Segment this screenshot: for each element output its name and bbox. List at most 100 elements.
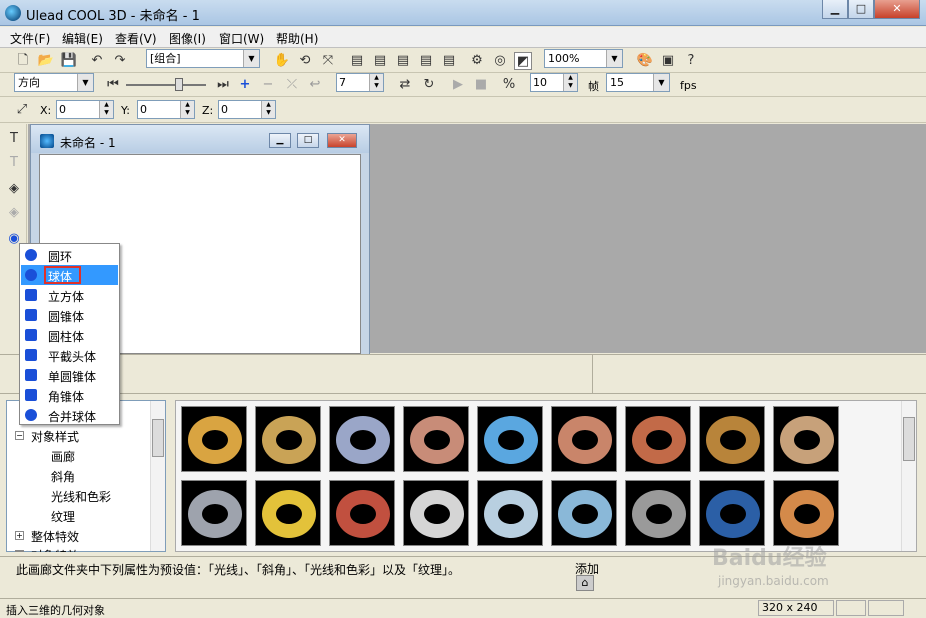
gallery-preset-thumbnail[interactable] [773,406,839,472]
gallery-preset-thumbnail[interactable] [625,480,691,546]
x-input[interactable]: 0 ▲ ▼ [56,100,114,119]
insert-text-icon[interactable]: T [5,130,23,148]
expander-icon[interactable]: + [15,531,24,540]
gallery-preset-thumbnail[interactable] [255,406,321,472]
gallery-preset-thumbnail[interactable] [477,480,543,546]
doc-maximize-button[interactable]: □ [297,133,319,148]
doc-minimize-button[interactable]: ▁ [269,133,291,148]
spinner-icon[interactable]: ▲ ▼ [563,74,577,91]
shape-menu-item[interactable]: 圆锥体 [21,305,118,325]
spinner-icon[interactable]: ▲ ▼ [261,101,275,118]
edit-graphic-icon[interactable]: ◈ [5,204,23,222]
expander-icon[interactable]: − [15,550,24,552]
shape-menu-item[interactable]: 平截头体 [21,345,118,365]
globe-icon[interactable]: ◎ [491,52,509,70]
edit-text-icon[interactable]: T [5,154,23,172]
reverse-icon[interactable]: ↩ [306,76,324,94]
add-to-gallery-icon[interactable]: ⌂ [576,575,594,591]
expander-icon[interactable]: − [15,431,24,440]
shape-menu-item[interactable]: 球体 [21,265,118,285]
gallery-preset-thumbnail[interactable] [403,480,469,546]
redo-icon[interactable]: ↷ [111,52,129,70]
y-input[interactable]: 0 ▲ ▼ [137,100,195,119]
gallery-preset-thumbnail[interactable] [551,480,617,546]
z-input[interactable]: 0 ▲ ▼ [218,100,276,119]
shape-menu-item[interactable]: 立方体 [21,285,118,305]
tree-item-global-effects[interactable]: 整体特效 [31,528,79,545]
timeline-slider[interactable] [126,84,206,86]
close-button[interactable]: ✕ [874,0,920,19]
menu-image[interactable]: 图像(I) [169,30,206,47]
shape-menu-item[interactable]: 角锥体 [21,385,118,405]
gallery-preset-thumbnail[interactable] [773,480,839,546]
gallery-preset-thumbnail[interactable] [699,480,765,546]
menu-view[interactable]: 查看(V) [115,30,157,47]
frames-total-input[interactable]: 10 ▲ ▼ [530,73,578,92]
layer-3-icon[interactable]: ▤ [394,52,412,70]
gallery-preset-thumbnail[interactable] [477,406,543,472]
rotate-object-icon[interactable]: ⟲ [296,52,314,70]
spinner-icon[interactable]: ▲ ▼ [99,101,113,118]
tree-item-texture[interactable]: 纹理 [51,508,75,525]
gallery-preset-thumbnail[interactable] [181,406,247,472]
shape-menu-item[interactable]: 单圆锥体 [21,365,118,385]
maximize-button[interactable]: □ [848,0,874,19]
output-icon[interactable]: ▣ [659,52,677,70]
refresh-icon[interactable]: ↻ [420,76,438,94]
scroll-thumb[interactable] [903,417,915,461]
document-title-bar[interactable]: 未命名 - 1 ▁ □ ✕ [31,125,369,153]
add-keyframe-icon[interactable]: + [236,76,254,94]
frame-input[interactable]: 7 ▲ ▼ [336,73,384,92]
gallery-preset-thumbnail[interactable] [255,480,321,546]
object-select[interactable]: [组合] ▼ [146,49,260,68]
scroll-thumb[interactable] [152,419,164,457]
menu-file[interactable]: 文件(F) [10,30,50,47]
chart-icon[interactable]: ◩ [514,52,532,70]
doc-close-button[interactable]: ✕ [327,133,357,148]
resize-object-icon[interactable]: ⤧ [319,52,337,70]
remove-keyframe-icon[interactable]: − [259,76,277,94]
position-icon[interactable]: ⤢ [13,101,31,119]
hand-icon[interactable]: ✋ [273,52,291,70]
layer-5-icon[interactable]: ▤ [440,52,458,70]
gallery-preset-thumbnail[interactable] [329,406,395,472]
tree-item-object-effects[interactable]: 对象特效 [31,547,79,552]
tree-item-object-style[interactable]: 对象样式 [31,428,79,445]
layer-2-icon[interactable]: ▤ [371,52,389,70]
shape-menu-item[interactable]: 圆柱体 [21,325,118,345]
timeline-slider-thumb[interactable] [175,78,183,91]
direction-select[interactable]: 方向 ▼ [14,73,94,92]
gallery-preset-thumbnail[interactable] [403,406,469,472]
last-frame-icon[interactable]: ⏭ [214,76,232,94]
minimize-button[interactable]: ▁ [822,0,848,19]
zoom-select[interactable]: 100% ▼ [544,49,623,68]
tree-item-gallery[interactable]: 画廊 [51,448,75,465]
spinner-icon[interactable]: ▲ ▼ [369,74,383,91]
fps-select[interactable]: 15 ▼ [606,73,670,92]
tree-scrollbar[interactable] [150,401,165,551]
split-keyframe-icon[interactable]: ⤫ [283,76,301,94]
gallery-preset-thumbnail[interactable] [551,406,617,472]
save-icon[interactable]: 💾 [60,52,78,70]
menu-edit[interactable]: 编辑(E) [62,30,103,47]
shape-menu-item[interactable]: 合并球体 [21,405,118,425]
gallery-preset-thumbnail[interactable] [181,480,247,546]
layer-1-icon[interactable]: ▤ [348,52,366,70]
menu-help[interactable]: 帮助(H) [276,30,318,47]
loop-icon[interactable]: ⇄ [396,76,414,94]
tree-item-light-color[interactable]: 光线和色彩 [51,488,111,505]
insert-graphic-icon[interactable]: ◈ [5,180,23,198]
first-frame-icon[interactable]: ⏮ [104,76,122,94]
gallery-preset-thumbnail[interactable] [699,406,765,472]
spinner-icon[interactable]: ▲ ▼ [180,101,194,118]
shape-menu-item[interactable]: 圆环 [21,245,118,265]
new-file-icon[interactable]: 🗋 [14,52,32,70]
gallery-preset-thumbnail[interactable] [329,480,395,546]
gallery-scrollbar[interactable] [901,401,916,551]
stop-icon[interactable]: ■ [472,76,490,94]
percent-icon[interactable]: % [500,76,518,94]
gallery-preset-thumbnail[interactable] [625,406,691,472]
open-folder-icon[interactable]: 📂 [37,52,55,70]
undo-icon[interactable]: ↶ [88,52,106,70]
tree-item-bevel[interactable]: 斜角 [51,468,75,485]
